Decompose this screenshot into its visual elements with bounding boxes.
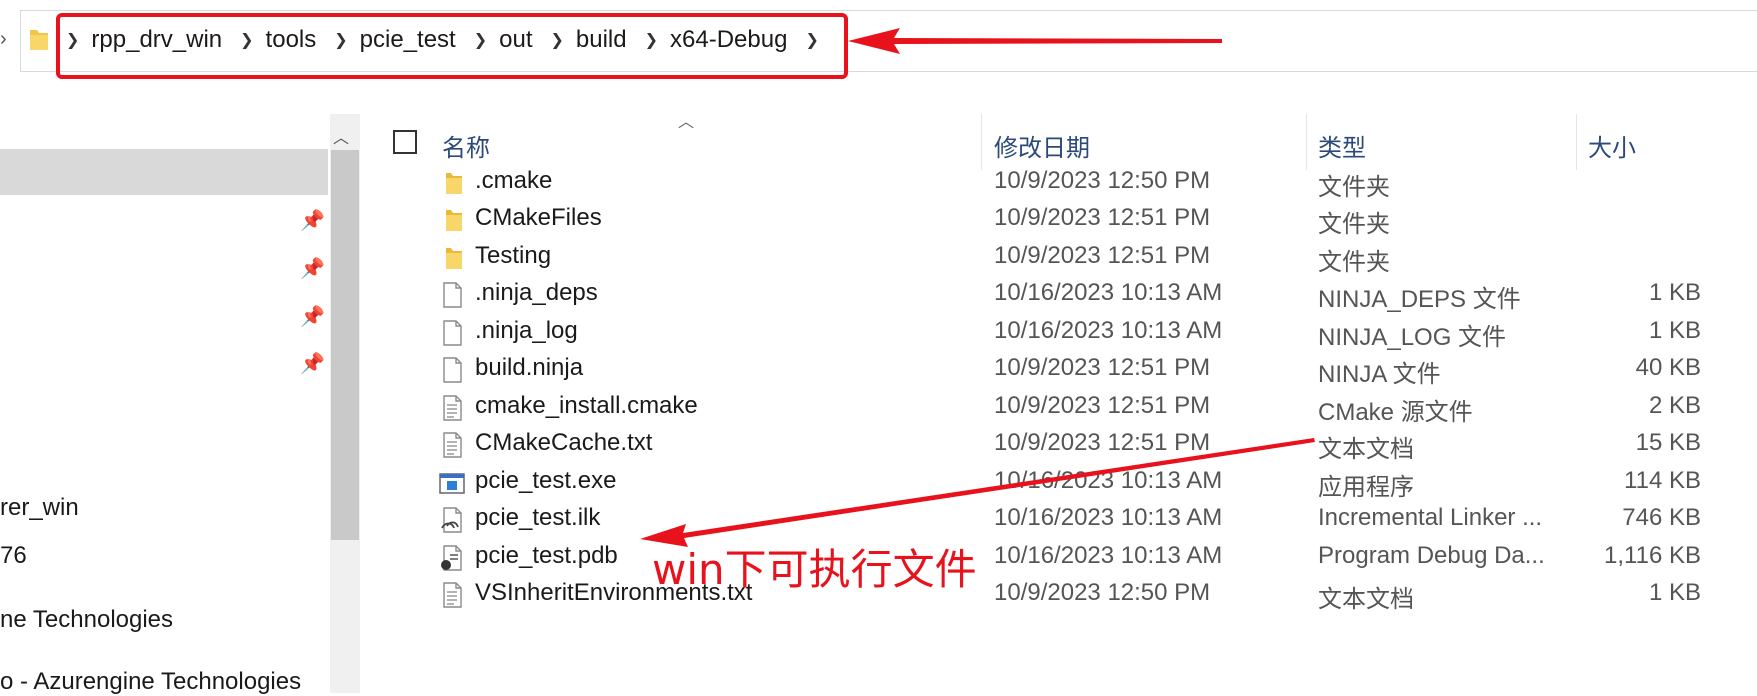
annotation-arrow [848, 28, 1222, 54]
column-header-size[interactable]: 大小 [1588, 128, 1636, 163]
file-type: NINJA_DEPS 文件 [1318, 286, 1521, 313]
file-name[interactable]: CMakeFiles [475, 204, 602, 232]
folder-icon [28, 26, 50, 57]
file-name[interactable]: Testing [475, 242, 551, 270]
file-icon [438, 281, 466, 309]
file-name[interactable]: CMakeCache.txt [475, 429, 652, 457]
file-date: 10/16/2023 10:13 AM [994, 317, 1223, 344]
pin-icon[interactable]: 📌 [300, 351, 325, 376]
file-type: NINJA_LOG 文件 [1318, 324, 1507, 351]
file-row[interactable]: .cmake 10/9/2023 12:50 PM 文件夹 [360, 161, 1757, 203]
column-header-name[interactable]: 名称 [442, 128, 490, 163]
file-row[interactable]: .ninja_log 10/16/2023 10:13 AM NINJA_LOG 文… [360, 311, 1757, 353]
nav-item[interactable]: 76 [0, 542, 27, 570]
file-date: 10/16/2023 10:13 AM [994, 542, 1223, 569]
file-size: 2 KB [1648, 392, 1701, 419]
file-type: 文件夹 [1318, 174, 1390, 201]
folder-icon [438, 244, 466, 272]
pin-icon[interactable]: 📌 [300, 304, 325, 329]
exe-icon [438, 469, 466, 497]
file-name[interactable]: .ninja_log [475, 317, 578, 345]
linker-file-icon [438, 506, 466, 534]
file-type: Incremental Linker ... [1318, 504, 1543, 531]
file-size: 1 KB [1648, 579, 1701, 606]
file-type: Program Debug Da... [1318, 542, 1545, 569]
file-date: 10/9/2023 12:51 PM [994, 242, 1211, 269]
file-type: NINJA 文件 [1318, 361, 1441, 388]
file-type: 应用程序 [1318, 474, 1414, 501]
text-file-icon [438, 431, 466, 459]
file-row[interactable]: CMakeCache.txt 10/9/2023 12:51 PM 文本文档 15 K… [360, 423, 1757, 465]
file-date: 10/9/2023 12:51 PM [994, 204, 1211, 231]
file-row[interactable]: pcie_test.ilk 10/16/2023 10:13 AM Incremen… [360, 498, 1757, 540]
file-size: 1 KB [1648, 279, 1701, 306]
scroll-up-icon[interactable]: ︿ [333, 124, 349, 148]
debug-file-icon [438, 544, 466, 572]
nav-selected-item[interactable] [0, 149, 328, 195]
sort-ascending-icon: ︿ [678, 114, 695, 131]
file-name[interactable]: .cmake [475, 167, 552, 195]
pin-icon[interactable]: 📌 [300, 208, 325, 233]
text-file-icon [438, 394, 466, 422]
file-name[interactable]: .ninja_deps [475, 279, 598, 307]
file-row[interactable]: CMakeFiles 10/9/2023 12:51 PM 文件夹 [360, 198, 1757, 240]
file-size: 746 KB [1622, 504, 1701, 531]
nav-scrollbar-thumb[interactable] [331, 150, 359, 540]
file-name[interactable]: cmake_install.cmake [475, 392, 698, 420]
file-row[interactable]: VSInheritEnvironments.txt 10/9/2023 12:50… [360, 573, 1757, 615]
text-file-icon [438, 581, 466, 609]
file-date: 10/9/2023 12:50 PM [994, 579, 1211, 606]
file-name[interactable]: pcie_test.pdb [475, 542, 618, 570]
pin-icon[interactable]: 📌 [300, 256, 325, 281]
nav-item[interactable]: rer_win [0, 494, 79, 522]
column-header-type[interactable]: 类型 [1318, 128, 1366, 163]
file-type: 文本文档 [1318, 436, 1414, 463]
file-row[interactable]: build.ninja 10/9/2023 12:51 PM NINJA 文件 40 … [360, 348, 1757, 390]
folder-icon [438, 206, 466, 234]
file-size: 1 KB [1648, 317, 1701, 344]
chevron-right-icon[interactable]: › [0, 28, 7, 51]
file-row[interactable]: .ninja_deps 10/16/2023 10:13 AM NINJA_DEPS… [360, 273, 1757, 315]
file-name[interactable]: pcie_test.exe [475, 467, 616, 495]
file-size: 1,116 KB [1604, 542, 1701, 569]
file-date: 10/9/2023 12:51 PM [994, 392, 1211, 419]
file-size: 114 KB [1624, 467, 1701, 494]
file-name[interactable]: build.ninja [475, 354, 583, 382]
file-type: CMake 源文件 [1318, 399, 1473, 426]
file-row[interactable]: pcie_test.exe 10/16/2023 10:13 AM 应用程序 114 … [360, 461, 1757, 503]
file-date: 10/16/2023 10:13 AM [994, 504, 1223, 531]
file-date: 10/9/2023 12:51 PM [994, 429, 1211, 456]
file-type: 文件夹 [1318, 211, 1390, 238]
folder-icon [438, 169, 466, 197]
file-date: 10/16/2023 10:13 AM [994, 279, 1223, 306]
file-icon [438, 356, 466, 384]
file-name[interactable]: pcie_test.ilk [475, 504, 600, 532]
file-date: 10/16/2023 10:13 AM [994, 467, 1223, 494]
file-date: 10/9/2023 12:50 PM [994, 167, 1211, 194]
file-row[interactable]: Testing 10/9/2023 12:51 PM 文件夹 [360, 236, 1757, 278]
column-header-date[interactable]: 修改日期 [994, 128, 1090, 163]
file-row[interactable]: cmake_install.cmake 10/9/2023 12:51 PM CMa… [360, 386, 1757, 428]
file-row[interactable]: pcie_test.pdb 10/16/2023 10:13 AM Program … [360, 536, 1757, 578]
nav-item[interactable]: ne Technologies [0, 606, 173, 634]
file-date: 10/9/2023 12:51 PM [994, 354, 1211, 381]
file-size: 15 KB [1635, 429, 1701, 456]
file-icon [438, 319, 466, 347]
annotation-highlight-box [56, 13, 848, 79]
file-type: 文件夹 [1318, 249, 1390, 276]
annotation-label: win下可执行文件 [652, 545, 977, 594]
file-size: 40 KB [1635, 354, 1701, 381]
file-type: 文本文档 [1318, 586, 1414, 613]
nav-item[interactable]: o - Azurengine Technologies [0, 668, 301, 696]
select-all-checkbox[interactable] [393, 130, 417, 154]
